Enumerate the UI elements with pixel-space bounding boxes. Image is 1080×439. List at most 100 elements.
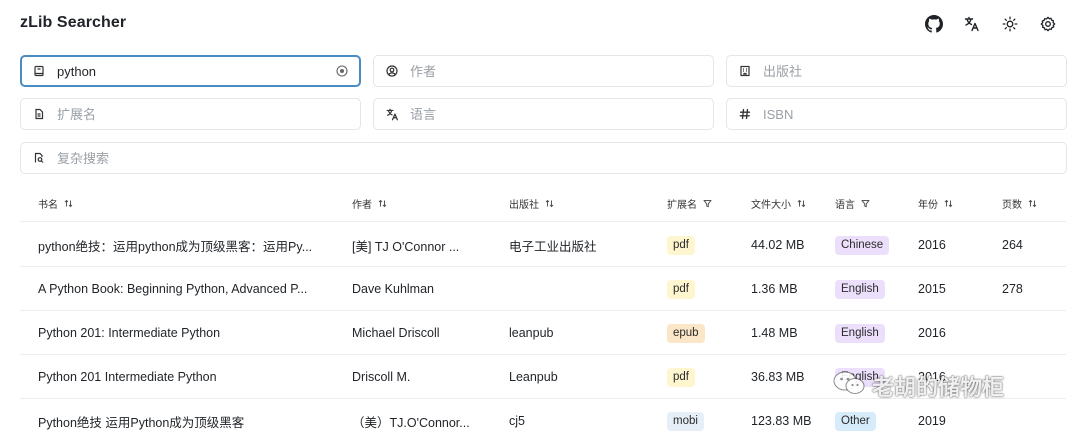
- cell-size: 36.83 MB: [751, 370, 805, 384]
- title-search-field[interactable]: [20, 55, 361, 87]
- column-header-language[interactable]: 语言: [835, 196, 870, 211]
- cell-language: English: [835, 311, 915, 355]
- column-label: 出版社: [509, 200, 539, 211]
- file-search-icon: [31, 150, 47, 166]
- cell-size: 1.48 MB: [751, 326, 798, 340]
- publisher-search-field[interactable]: [726, 55, 1067, 87]
- sort-icon: [64, 199, 73, 208]
- extension-badge: pdf: [667, 367, 695, 387]
- translate-icon[interactable]: [960, 12, 984, 36]
- cell-pages: [1002, 311, 1062, 355]
- hash-icon: [737, 106, 753, 122]
- extension-badge: pdf: [667, 235, 695, 255]
- sort-icon: [378, 199, 387, 208]
- cell-year: 2016: [918, 238, 946, 252]
- clear-input-icon[interactable]: [334, 63, 350, 79]
- author-search-input[interactable]: [410, 57, 713, 85]
- cell-author: （美）TJ.O'Connor...: [352, 415, 470, 430]
- cell-language: English: [835, 267, 915, 311]
- table-header: 书名 作者 出版社 扩展名 文件大小 语言 年份 页数: [20, 182, 1066, 222]
- extension-badge: epub: [667, 323, 705, 343]
- extension-search-input[interactable]: [57, 100, 360, 128]
- table-row[interactable]: Python绝技 运用Python成为顶级黑客 （美）TJ.O'Connor..…: [20, 399, 1066, 439]
- translate-icon: [384, 106, 400, 122]
- cell-language: Other: [835, 399, 915, 439]
- cell-title: Python绝技 运用Python成为顶级黑客: [38, 415, 245, 430]
- extension-badge: mobi: [667, 411, 704, 431]
- cell-publisher: [509, 267, 659, 311]
- cell-extension: epub: [667, 311, 747, 355]
- language-badge: English: [835, 279, 885, 299]
- cell-pages: [1002, 399, 1062, 439]
- cell-year: 2016: [918, 370, 946, 384]
- column-label: 书名: [38, 200, 58, 211]
- cell-extension: pdf: [667, 267, 747, 311]
- complex-search-field[interactable]: [20, 142, 1067, 174]
- cell-language: Chinese: [835, 223, 915, 267]
- sort-icon: [797, 199, 806, 208]
- table-row[interactable]: Python 201 Intermediate Python Driscoll …: [20, 355, 1066, 399]
- sort-icon: [944, 199, 953, 208]
- column-header-pages[interactable]: 页数: [1002, 196, 1037, 211]
- language-badge: Chinese: [835, 235, 890, 255]
- filter-icon: [861, 199, 870, 208]
- filter-icon: [703, 199, 712, 208]
- cell-extension: pdf: [667, 355, 747, 399]
- isbn-search-input[interactable]: [763, 100, 1066, 128]
- cell-year: 2019: [918, 414, 946, 428]
- cell-size: 123.83 MB: [751, 414, 812, 428]
- language-search-field[interactable]: [373, 98, 714, 130]
- column-header-year[interactable]: 年份: [918, 196, 953, 211]
- column-header-author[interactable]: 作者: [352, 196, 387, 211]
- column-header-extension[interactable]: 扩展名: [667, 196, 712, 211]
- isbn-search-field[interactable]: [726, 98, 1067, 130]
- cell-language: English: [835, 355, 915, 399]
- cell-size: 1.36 MB: [751, 282, 798, 296]
- cell-pages: 278: [1002, 282, 1023, 296]
- file-icon: [31, 106, 47, 122]
- publisher-search-input[interactable]: [763, 57, 1066, 85]
- cell-title: Python 201 Intermediate Python: [38, 370, 217, 384]
- extension-search-field[interactable]: [20, 98, 361, 130]
- cell-publisher: cj5: [509, 414, 525, 428]
- user-circle-icon: [384, 63, 400, 79]
- table-row[interactable]: A Python Book: Beginning Python, Advance…: [20, 267, 1066, 311]
- cell-title: A Python Book: Beginning Python, Advance…: [38, 282, 308, 296]
- app-title: zLib Searcher: [20, 14, 127, 31]
- cell-pages: 264: [1002, 238, 1023, 252]
- cell-publisher: Leanpub: [509, 370, 558, 384]
- github-icon[interactable]: [922, 12, 946, 36]
- cell-publisher: leanpub: [509, 326, 554, 340]
- cell-author: [美] TJ O'Connor ...: [352, 239, 460, 254]
- column-label: 作者: [352, 200, 372, 211]
- cell-publisher: 电子工业出版社: [509, 239, 597, 254]
- cell-author: Driscoll M.: [352, 370, 411, 384]
- table-row[interactable]: python绝技：运用python成为顶级黑客：运用Py... [美] TJ O…: [20, 223, 1066, 267]
- cell-title: Python 201: Intermediate Python: [38, 326, 221, 340]
- extension-badge: pdf: [667, 279, 695, 299]
- cell-size: 44.02 MB: [751, 238, 805, 252]
- column-label: 扩展名: [667, 200, 697, 211]
- language-search-input[interactable]: [410, 100, 713, 128]
- app-root: zLib Searcher python 作者 出版社 扩展名 语言 ISBN …: [0, 0, 1080, 439]
- column-label: 文件大小: [751, 200, 791, 211]
- sun-icon[interactable]: [998, 12, 1022, 36]
- language-badge: English: [835, 323, 885, 343]
- complex-search-input[interactable]: [57, 144, 1066, 172]
- table-row[interactable]: Python 201: Intermediate Python Michael …: [20, 311, 1066, 355]
- column-header-size[interactable]: 文件大小: [751, 196, 806, 211]
- cell-title: python绝技：运用python成为顶级黑客：运用Py...: [38, 239, 313, 254]
- author-search-field[interactable]: [373, 55, 714, 87]
- language-badge: Other: [835, 411, 876, 431]
- book-icon: [31, 63, 47, 79]
- column-label: 页数: [1002, 200, 1022, 211]
- title-search-input[interactable]: [57, 57, 334, 85]
- column-label: 年份: [918, 200, 938, 211]
- cell-author: Michael Driscoll: [352, 326, 440, 340]
- header: zLib Searcher: [0, 0, 1080, 48]
- cell-extension: pdf: [667, 223, 747, 267]
- gear-icon[interactable]: [1036, 12, 1060, 36]
- column-header-title[interactable]: 书名: [38, 196, 73, 211]
- sort-icon: [1028, 199, 1037, 208]
- column-header-publisher[interactable]: 出版社: [509, 196, 554, 211]
